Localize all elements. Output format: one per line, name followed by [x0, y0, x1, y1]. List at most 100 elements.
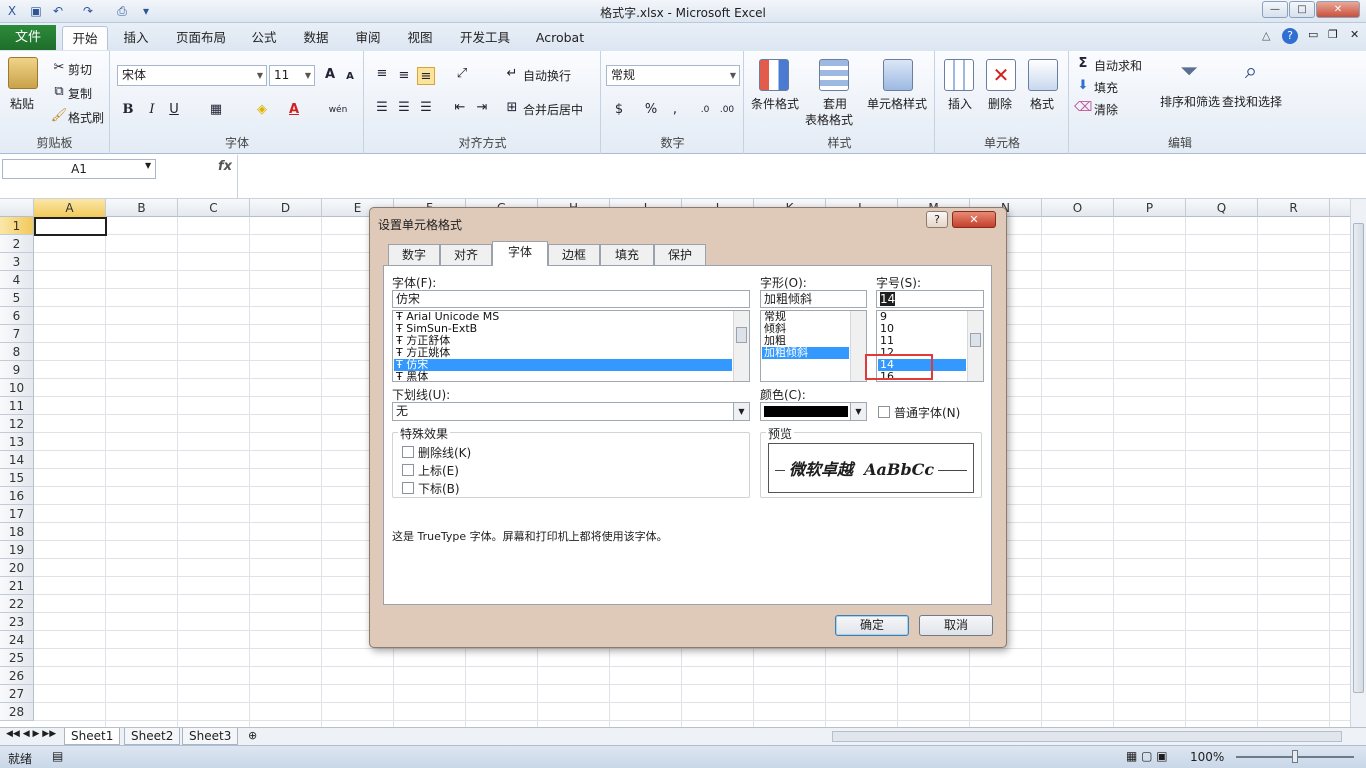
decrease-indent-icon[interactable]: ⇤ — [451, 99, 469, 117]
column-header[interactable]: B — [106, 199, 178, 217]
autosum-icon[interactable]: Σ — [1074, 55, 1092, 73]
orientation-icon[interactable]: ⤢ — [453, 65, 471, 83]
wrap-text-button[interactable]: 自动换行 — [523, 67, 571, 84]
chevron-down-icon[interactable]: ▼ — [145, 161, 151, 170]
tab-fill[interactable]: 填充 — [600, 244, 654, 266]
workbook-restore-icon[interactable]: ❐ — [1328, 28, 1338, 41]
row-header[interactable]: 1 — [0, 217, 34, 235]
conditional-format-icon[interactable] — [759, 59, 789, 91]
underline-button[interactable]: U — [165, 101, 183, 119]
fill-color-icon[interactable]: ◈ — [253, 101, 271, 119]
color-picker[interactable]: ▼ — [760, 402, 867, 421]
workbook-close-icon[interactable]: ✕ — [1350, 28, 1359, 41]
delete-cells-icon[interactable]: ✕ — [986, 59, 1016, 91]
style-list[interactable]: 常规 倾斜 加粗 加粗倾斜 — [760, 310, 867, 382]
font-list[interactable]: Ŧ Arial Unicode MS Ŧ SimSun-ExtB Ŧ 方正舒体 … — [392, 310, 750, 382]
tab-border[interactable]: 边框 — [548, 244, 600, 266]
shrink-font-button[interactable]: A — [341, 68, 359, 86]
increase-indent-icon[interactable]: ⇥ — [473, 99, 491, 117]
row-header[interactable]: 17 — [0, 505, 34, 523]
format-as-table-icon[interactable] — [819, 59, 849, 91]
formula-input[interactable] — [237, 155, 1349, 198]
row-header[interactable]: 2 — [0, 235, 34, 253]
tab-home[interactable]: 开始 — [62, 26, 108, 50]
row-header[interactable]: 22 — [0, 595, 34, 613]
format-cells-icon[interactable] — [1028, 59, 1058, 91]
zoom-level[interactable]: 100% — [1190, 750, 1224, 764]
tab-formulas[interactable]: 公式 — [246, 26, 282, 50]
workbook-minimize-icon[interactable]: ▭ — [1308, 28, 1318, 41]
align-right-icon[interactable]: ☰ — [417, 99, 435, 117]
active-cell-a1[interactable] — [34, 217, 107, 236]
horizontal-scrollbar[interactable] — [832, 731, 1342, 742]
percent-button[interactable]: % — [642, 101, 660, 119]
column-header[interactable]: O — [1042, 199, 1114, 217]
copy-icon[interactable]: ⧉ — [50, 83, 68, 101]
size-input[interactable]: 14 — [876, 290, 984, 308]
autosum-button[interactable]: 自动求和 — [1094, 57, 1142, 74]
copy-button[interactable]: 复制 — [68, 85, 92, 102]
help-icon[interactable]: ? — [1282, 28, 1298, 44]
row-header[interactable]: 24 — [0, 631, 34, 649]
column-header[interactable]: R — [1258, 199, 1330, 217]
row-header[interactable]: 20 — [0, 559, 34, 577]
row-header[interactable]: 7 — [0, 325, 34, 343]
list-item-selected[interactable]: 加粗倾斜 — [762, 347, 849, 359]
row-header[interactable]: 15 — [0, 469, 34, 487]
dialog-help-button[interactable]: ? — [926, 211, 948, 228]
align-bottom-icon[interactable]: ≡ — [417, 67, 435, 85]
row-header[interactable]: 5 — [0, 289, 34, 307]
scroll-thumb[interactable] — [970, 333, 981, 347]
find-select-icon[interactable]: ⌕ — [1236, 57, 1266, 89]
tab-acrobat[interactable]: Acrobat — [532, 26, 588, 50]
underline-select[interactable]: 无 ▼ — [392, 402, 750, 421]
maximize-button[interactable]: □ — [1289, 1, 1315, 18]
find-select-button[interactable]: 查找和选择 — [1222, 93, 1282, 110]
fill-button[interactable]: 填充 — [1094, 79, 1118, 96]
row-header[interactable]: 6 — [0, 307, 34, 325]
sort-filter-button[interactable]: 排序和筛选 — [1160, 93, 1220, 110]
row-header[interactable]: 23 — [0, 613, 34, 631]
sheet-tab-3[interactable]: Sheet3 — [182, 728, 239, 745]
list-item[interactable]: Ŧ 方正姚体 — [394, 347, 732, 359]
format-cells-button[interactable]: 格式 — [1030, 95, 1054, 112]
tab-number[interactable]: 数字 — [388, 244, 440, 266]
dialog-close-button[interactable]: ✕ — [952, 211, 996, 228]
clear-button[interactable]: 清除 — [1094, 101, 1118, 118]
row-header[interactable]: 10 — [0, 379, 34, 397]
insert-function-icon[interactable]: fx — [218, 159, 232, 174]
tab-page-layout[interactable]: 页面布局 — [170, 26, 232, 50]
insert-cells-icon[interactable] — [944, 59, 974, 91]
column-header[interactable]: C — [178, 199, 250, 217]
merge-center-icon[interactable]: ⊞ — [503, 99, 521, 117]
align-top-icon[interactable]: ≡ — [373, 65, 391, 83]
column-header[interactable]: P — [1114, 199, 1186, 217]
font-color-icon[interactable]: A — [285, 101, 303, 119]
name-box[interactable]: A1 — [2, 159, 156, 179]
row-header[interactable]: 27 — [0, 685, 34, 703]
style-list-scrollbar[interactable] — [850, 311, 866, 381]
format-as-table-label-a[interactable]: 套用 — [823, 95, 847, 112]
subscript-checkbox[interactable] — [402, 482, 414, 494]
format-painter-icon[interactable]: 🖌 — [50, 107, 68, 125]
row-header[interactable]: 16 — [0, 487, 34, 505]
row-header[interactable]: 9 — [0, 361, 34, 379]
tab-review[interactable]: 审阅 — [350, 26, 386, 50]
normal-view-icon[interactable]: ▦ ▢ ▣ — [1126, 749, 1168, 763]
format-as-table-label-b[interactable]: 表格格式 — [805, 111, 853, 128]
tab-insert[interactable]: 插入 — [118, 26, 154, 50]
bold-button[interactable]: B — [119, 101, 137, 119]
align-center-icon[interactable]: ☰ — [395, 99, 413, 117]
tab-font[interactable]: 字体 — [492, 241, 548, 266]
scroll-thumb[interactable] — [736, 327, 747, 343]
row-header[interactable]: 12 — [0, 415, 34, 433]
row-header[interactable]: 14 — [0, 451, 34, 469]
row-header[interactable]: 19 — [0, 541, 34, 559]
align-middle-icon[interactable]: ≡ — [395, 67, 413, 85]
sheet-tab-2[interactable]: Sheet2 — [124, 728, 181, 745]
tab-data[interactable]: 数据 — [298, 26, 334, 50]
font-list-scrollbar[interactable] — [733, 311, 749, 381]
row-header[interactable]: 13 — [0, 433, 34, 451]
vertical-scroll-thumb[interactable] — [1353, 223, 1364, 693]
sheet-tab-1[interactable]: Sheet1 — [64, 728, 121, 745]
